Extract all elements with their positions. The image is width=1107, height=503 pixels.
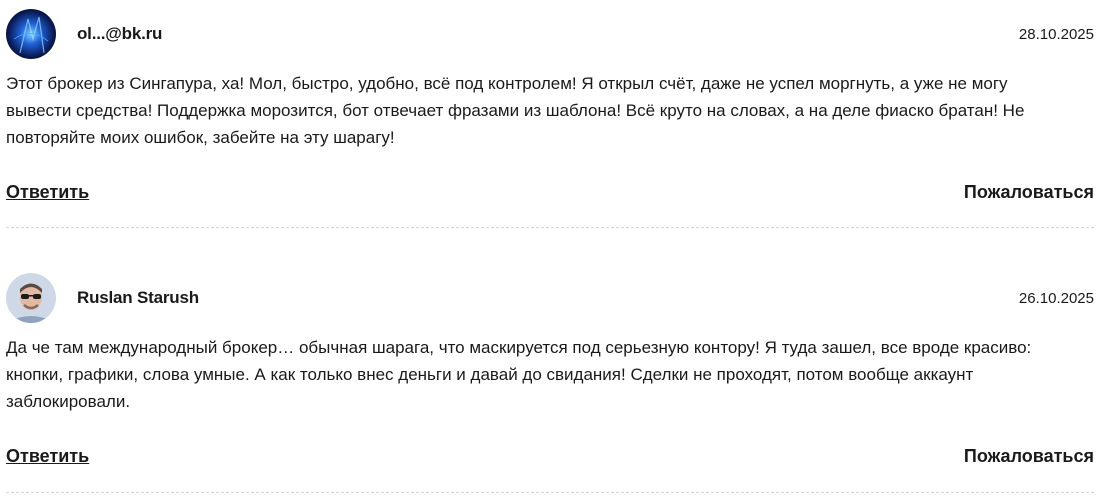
comment-item: Ruslan Starush 26.10.2025 Да че там межд… bbox=[0, 264, 1107, 503]
report-link[interactable]: Пожаловаться bbox=[964, 182, 1094, 203]
comment-item: ol...@bk.ru 28.10.2025 Этот брокер из Си… bbox=[0, 0, 1107, 264]
reply-link[interactable]: Ответить bbox=[6, 182, 89, 203]
comment-author: Ruslan Starush bbox=[77, 288, 199, 307]
abstract-blue-avatar-icon bbox=[6, 9, 56, 59]
comment-date: 28.10.2025 bbox=[1018, 25, 1094, 43]
comment-date: 26.10.2025 bbox=[1018, 289, 1094, 307]
comment-divider bbox=[6, 227, 1094, 228]
comment-actions: Ответить Пожаловаться bbox=[6, 182, 1094, 203]
comment-actions: Ответить Пожаловаться bbox=[6, 446, 1094, 467]
user-photo-avatar-icon bbox=[6, 273, 56, 323]
avatar bbox=[6, 9, 56, 59]
comment-header: ol...@bk.ru 28.10.2025 bbox=[6, 8, 1094, 60]
comment-text: Да че там международный брокер… обычная … bbox=[6, 338, 1032, 411]
comment-divider bbox=[6, 492, 1094, 493]
comment-header: Ruslan Starush 26.10.2025 bbox=[6, 272, 1094, 324]
comment-text: Этот брокер из Сингапура, ха! Мол, быстр… bbox=[6, 74, 1025, 147]
report-link[interactable]: Пожаловаться bbox=[964, 446, 1094, 467]
comment-author: ol...@bk.ru bbox=[77, 24, 163, 43]
reply-link[interactable]: Ответить bbox=[6, 446, 89, 467]
avatar bbox=[6, 273, 56, 323]
